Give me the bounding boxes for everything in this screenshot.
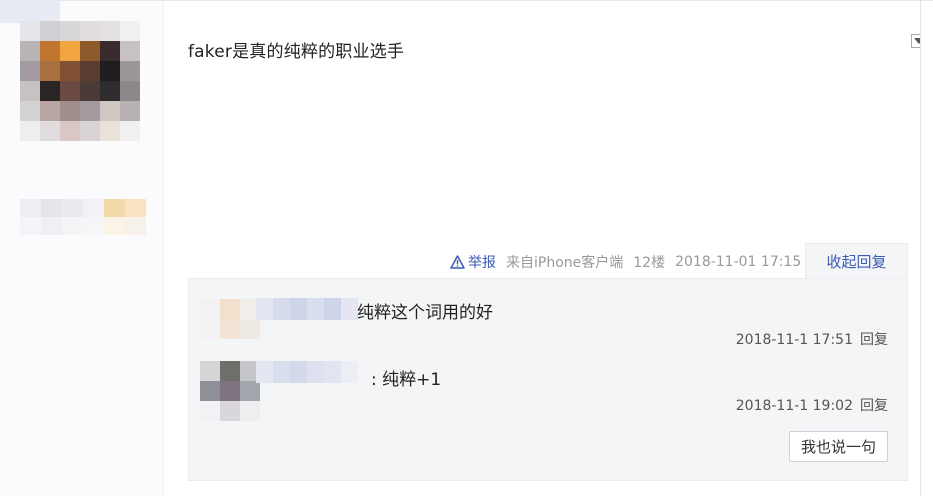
author-badge-blurred (20, 199, 146, 235)
report-link[interactable]: 举报 (450, 252, 496, 272)
reply-button[interactable]: 回复 (860, 398, 888, 414)
reply-avatar[interactable] (200, 361, 260, 421)
say-something-button[interactable]: 我也说一句 (789, 431, 888, 462)
author-avatar[interactable] (20, 21, 140, 141)
right-border (920, 1, 933, 496)
post-container: faker是真的纯粹的职业选手 举报 来自iPhone客户端 12楼 2018-… (0, 0, 933, 496)
reply-text: : 纯粹+1 (371, 370, 442, 390)
reply-button[interactable]: 回复 (860, 332, 888, 348)
warning-triangle-icon (450, 255, 465, 269)
author-name-blurred[interactable] (0, 1, 60, 23)
reply-user-name-blurred[interactable] (256, 361, 358, 383)
author-column (0, 1, 164, 496)
post-tail: 举报 来自iPhone客户端 12楼 2018-11-01 17:15 (450, 251, 801, 273)
post-floor: 12楼 (633, 255, 666, 271)
report-label: 举报 (468, 255, 496, 271)
post-content: faker是真的纯粹的职业选手 (188, 42, 405, 62)
reply-meta: 2018-11-1 19:02 回复 (736, 395, 888, 415)
post-datetime: 2018-11-01 17:15 (675, 254, 802, 270)
reply-user-name-blurred[interactable] (256, 298, 358, 320)
reply-avatar[interactable] (200, 299, 260, 339)
collapse-replies-button[interactable]: 收起回复 (805, 243, 908, 279)
post-source: 来自iPhone客户端 (506, 255, 624, 271)
reply-datetime: 2018-11-1 19:02 (735, 398, 853, 414)
reply-meta: 2018-11-1 17:51 回复 (736, 329, 888, 349)
reply-datetime: 2018-11-1 17:51 (735, 332, 853, 348)
reply-text: 纯粹这个词用的好 (357, 303, 493, 323)
